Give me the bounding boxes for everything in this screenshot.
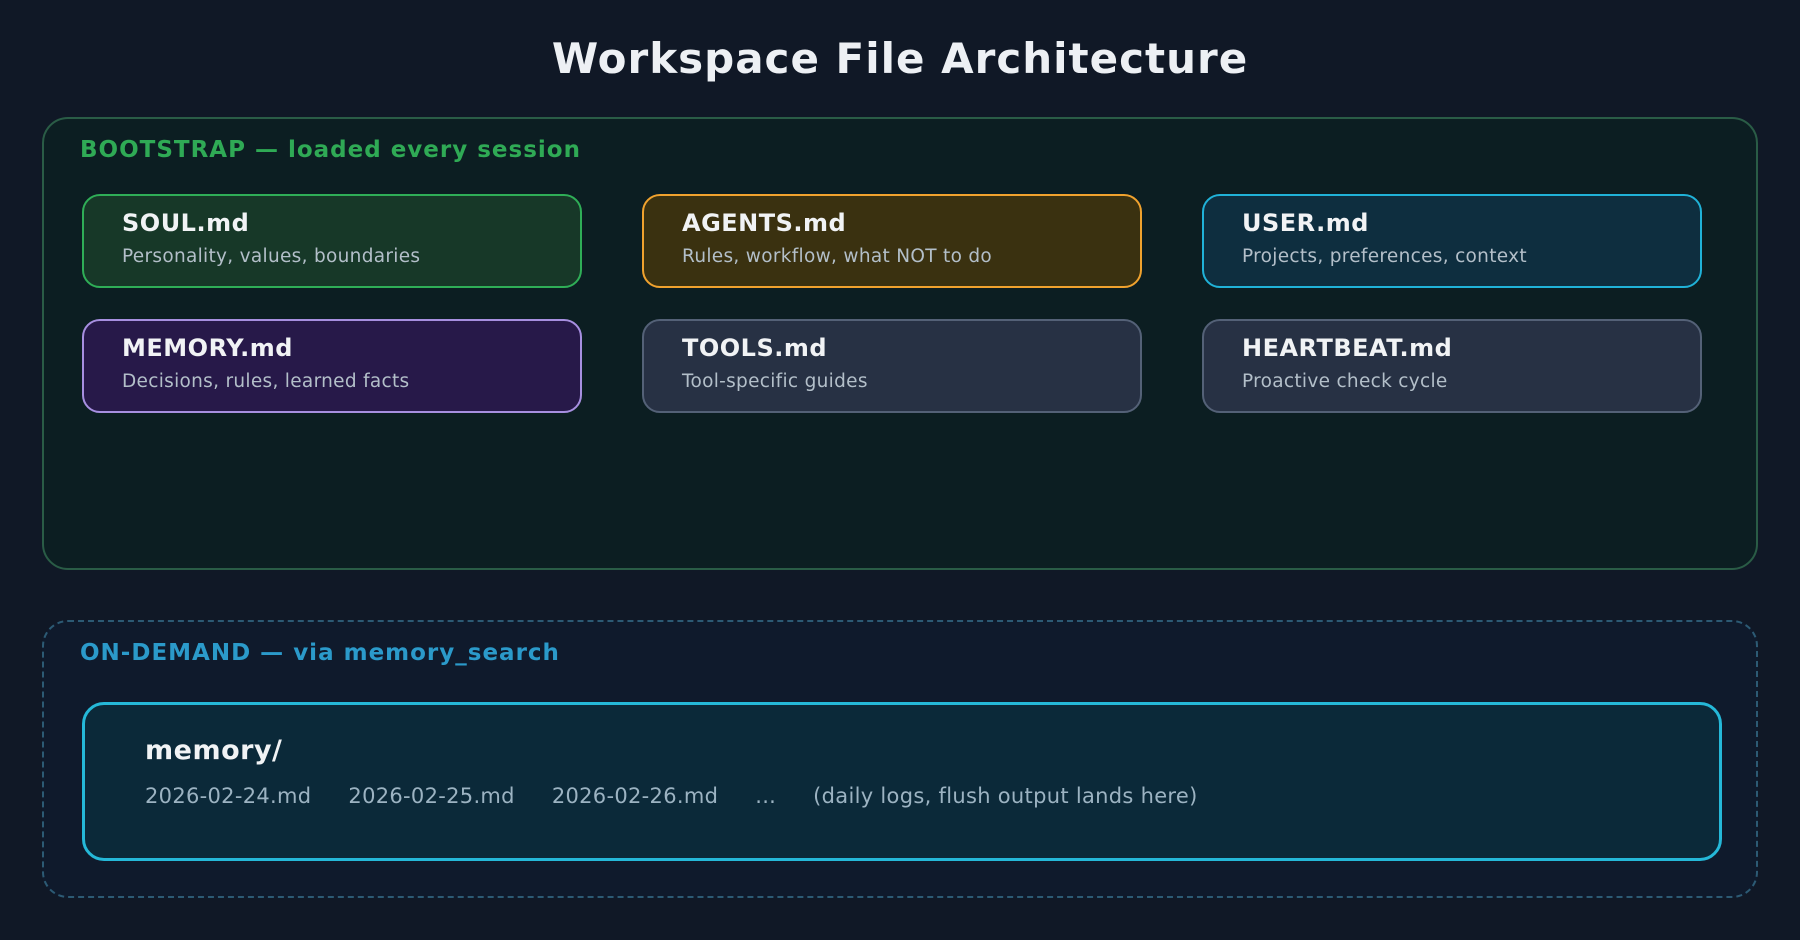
- ondemand-section-label: ON-DEMAND — via memory_search: [80, 640, 560, 666]
- file-card-description: Tool-specific guides: [682, 371, 1140, 392]
- file-card-description: Projects, preferences, context: [1242, 246, 1700, 267]
- memory-file-note: (daily logs, flush output lands here): [813, 784, 1197, 808]
- ondemand-section: ON-DEMAND — via memory_search memory/ 20…: [42, 620, 1758, 898]
- memory-file-item: 2026-02-26.md: [552, 784, 718, 808]
- file-card-title: HEARTBEAT.md: [1242, 334, 1700, 362]
- file-card-user: USER.md Projects, preferences, context: [1202, 194, 1702, 288]
- file-card-description: Rules, workflow, what NOT to do: [682, 246, 1140, 267]
- memory-file-list: 2026-02-24.md 2026-02-25.md 2026-02-26.m…: [145, 784, 1719, 808]
- page-title: Workspace File Architecture: [0, 34, 1800, 83]
- memory-folder-title: memory/: [145, 735, 1719, 766]
- file-card-tools: TOOLS.md Tool-specific guides: [642, 319, 1142, 413]
- bootstrap-section: BOOTSTRAP — loaded every session SOUL.md…: [42, 117, 1758, 570]
- workspace-architecture-diagram: Workspace File Architecture BOOTSTRAP — …: [0, 0, 1800, 940]
- file-card-soul: SOUL.md Personality, values, boundaries: [82, 194, 582, 288]
- file-card-title: SOUL.md: [122, 209, 580, 237]
- file-card-description: Personality, values, boundaries: [122, 246, 580, 267]
- file-card-memory: MEMORY.md Decisions, rules, learned fact…: [82, 319, 582, 413]
- file-card-heartbeat: HEARTBEAT.md Proactive check cycle: [1202, 319, 1702, 413]
- memory-file-item: 2026-02-25.md: [348, 784, 514, 808]
- file-card-title: USER.md: [1242, 209, 1700, 237]
- memory-file-ellipsis: ...: [755, 784, 776, 808]
- memory-folder-card: memory/ 2026-02-24.md 2026-02-25.md 2026…: [82, 702, 1722, 861]
- file-card-title: AGENTS.md: [682, 209, 1140, 237]
- file-card-title: TOOLS.md: [682, 334, 1140, 362]
- file-card-description: Proactive check cycle: [1242, 371, 1700, 392]
- bootstrap-section-label: BOOTSTRAP — loaded every session: [80, 137, 581, 163]
- file-card-agents: AGENTS.md Rules, workflow, what NOT to d…: [642, 194, 1142, 288]
- memory-file-item: 2026-02-24.md: [145, 784, 311, 808]
- file-card-title: MEMORY.md: [122, 334, 580, 362]
- file-card-description: Decisions, rules, learned facts: [122, 371, 580, 392]
